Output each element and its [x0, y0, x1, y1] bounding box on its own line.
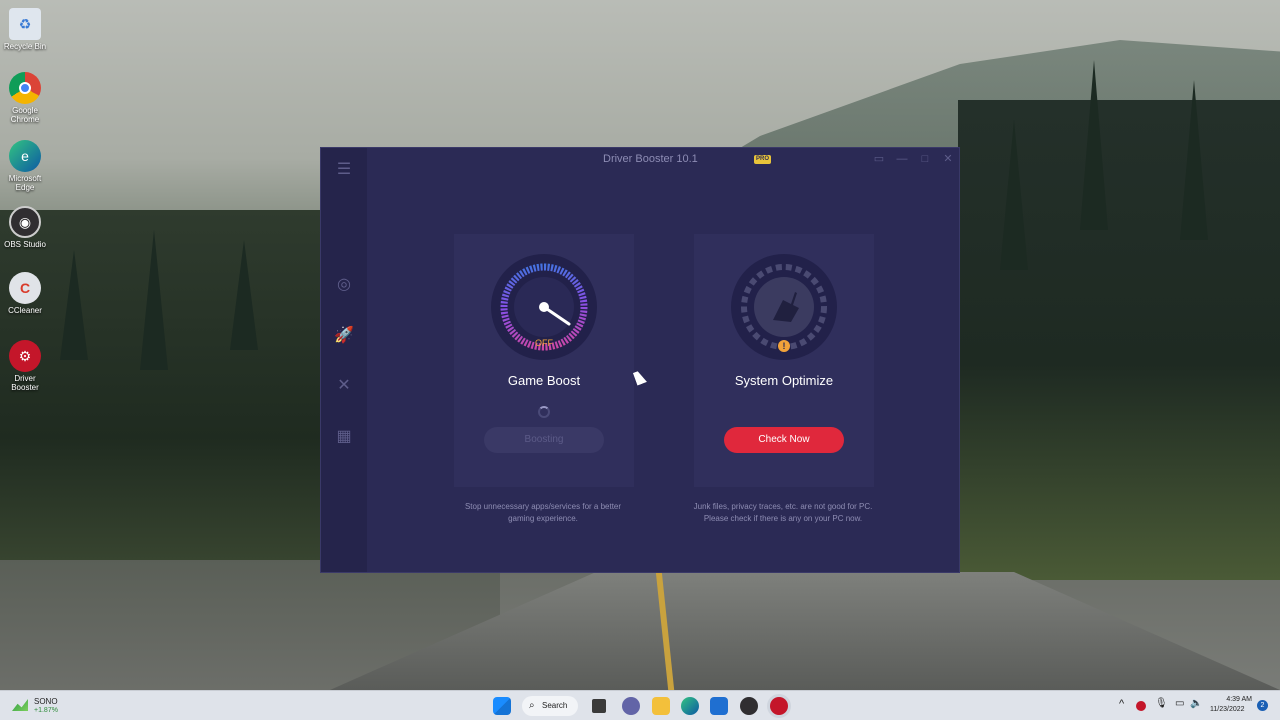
taskbar-search-button[interactable]: ⌕ Search	[522, 696, 578, 716]
stock-chart-icon	[12, 699, 28, 711]
menu-icon[interactable]: ☰	[333, 158, 355, 180]
start-windows-icon[interactable]	[493, 697, 511, 715]
stock-change: +1.87%	[34, 707, 58, 714]
check-now-button[interactable]: Check Now	[724, 427, 844, 453]
window-title: Driver Booster 10.1	[603, 153, 698, 165]
desktop-icon-driver-booster[interactable]: ⚙ Driver Booster	[0, 340, 50, 392]
title-bar: Driver Booster 10.1 PRO ▭ — □ ✕	[367, 148, 959, 172]
game-boost-status: OFF	[535, 338, 553, 348]
pro-badge: PRO	[754, 155, 772, 164]
sidebar-item-tools-icon[interactable]: ✕	[333, 374, 355, 396]
task-view-icon[interactable]	[592, 699, 606, 713]
desktop-icon-edge[interactable]: e Microsoft Edge	[0, 140, 50, 192]
game-boost-title: Game Boost	[507, 373, 581, 388]
background-tree	[230, 240, 258, 350]
desktop-icon-obs[interactable]: ◉ OBS Studio	[0, 206, 50, 249]
close-icon[interactable]: ✕	[941, 152, 955, 166]
desktop-icon-label: Driver Booster	[11, 374, 39, 392]
background-tree	[1180, 80, 1208, 240]
desktop-icon-chrome[interactable]: Google Chrome	[0, 72, 50, 124]
background-tree	[1000, 120, 1028, 270]
search-label: Search	[542, 701, 568, 710]
edge-icon: e	[9, 140, 41, 172]
sidebar: ☰ ◎ 🚀 ✕ ▦	[321, 148, 367, 572]
system-optimize-card: ! System Optimize Check Now	[694, 234, 874, 487]
driver-booster-taskbar-icon[interactable]	[770, 697, 788, 715]
desktop-icon-label: Recycle Bin	[3, 42, 47, 51]
recycle-bin-icon: ♻	[9, 8, 41, 40]
feedback-icon[interactable]: ▭	[872, 152, 886, 166]
desktop-icon-ccleaner[interactable]: C CCleaner	[0, 272, 50, 315]
chrome-icon	[9, 72, 41, 104]
volume-icon[interactable]: 🔈	[1190, 698, 1202, 709]
obs-taskbar-icon[interactable]	[740, 697, 758, 715]
store-icon[interactable]	[710, 697, 728, 715]
notification-badge[interactable]: 2	[1257, 700, 1268, 711]
clock-date[interactable]: 11/23/2022	[1210, 706, 1245, 713]
background-tree	[1080, 60, 1108, 230]
driver-booster-window: ☰ ◎ 🚀 ✕ ▦ Driver Booster 10.1 PRO ▭ — □ …	[320, 147, 960, 573]
teams-chat-icon[interactable]	[622, 697, 640, 715]
system-optimize-title: System Optimize	[734, 373, 834, 388]
warning-icon: !	[778, 340, 790, 352]
game-boost-card: OFF Game Boost Boosting	[454, 234, 634, 487]
sidebar-item-boost-rocket-icon[interactable]: 🚀	[333, 324, 355, 346]
desktop-icon-label: Microsoft Edge	[8, 174, 42, 192]
desktop-icon-label: Google Chrome	[10, 106, 40, 124]
taskbar: SONO +1.87% ⌕ Search ^ 🎙 ▭ 🔈 4:39 AM 11/…	[0, 690, 1280, 720]
show-hidden-icons-chevron-icon[interactable]: ^	[1119, 698, 1124, 710]
sidebar-item-action-center-icon[interactable]: ▦	[333, 425, 355, 447]
driver-booster-icon: ⚙	[9, 340, 41, 372]
loading-spinner-icon	[538, 406, 550, 418]
desktop-icon-recycle-bin[interactable]: ♻ Recycle Bin	[0, 8, 50, 51]
ccleaner-icon: C	[9, 272, 41, 304]
edge-taskbar-icon[interactable]	[681, 697, 699, 715]
desktop-icon-label: CCleaner	[8, 306, 42, 315]
game-boost-description: Stop unnecessary apps/services for a bet…	[464, 502, 622, 523]
obs-icon: ◉	[9, 206, 41, 238]
microphone-icon[interactable]: 🎙	[1155, 698, 1168, 709]
sidebar-item-scan-icon[interactable]: ◎	[333, 273, 355, 295]
game-boost-gauge: OFF	[491, 254, 597, 360]
clock-time[interactable]: 4:39 AM	[1214, 696, 1252, 703]
desktop-icon-label: OBS Studio	[4, 240, 46, 249]
stock-name: SONO	[34, 697, 58, 706]
system-optimize-description: Junk files, privacy traces, etc. are not…	[693, 502, 873, 523]
search-icon: ⌕	[529, 700, 535, 711]
minimize-icon[interactable]: —	[895, 152, 909, 166]
maximize-icon[interactable]: □	[918, 152, 932, 166]
system-optimize-gauge: !	[731, 254, 837, 360]
boosting-button[interactable]: Boosting	[484, 427, 604, 453]
network-icon[interactable]: ▭	[1175, 698, 1184, 709]
background-tree	[60, 250, 88, 360]
file-explorer-icon[interactable]	[652, 697, 670, 715]
tray-record-icon[interactable]	[1136, 701, 1146, 711]
background-tree	[140, 230, 168, 370]
